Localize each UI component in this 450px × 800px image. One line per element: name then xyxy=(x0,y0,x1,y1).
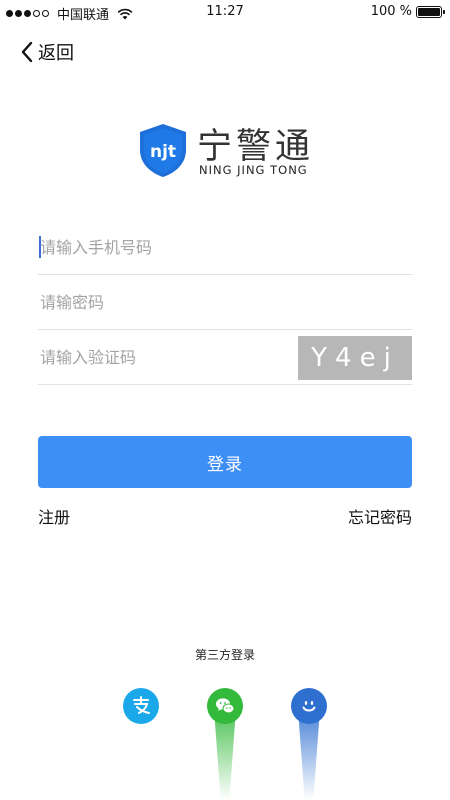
qq-login-button[interactable] xyxy=(291,688,327,724)
chevron-left-icon xyxy=(21,41,33,63)
logo-subtitle: NING JING TONG xyxy=(199,163,308,177)
captcha-field[interactable]: Y4ej xyxy=(38,331,412,385)
alipay-login-button[interactable] xyxy=(123,688,159,724)
password-field[interactable] xyxy=(38,276,412,330)
phone-field[interactable] xyxy=(38,221,412,275)
battery-percent: 100 % xyxy=(370,4,412,19)
battery-fill xyxy=(418,7,440,16)
status-right: 100 % xyxy=(370,4,445,19)
phone-input[interactable] xyxy=(38,221,412,274)
back-button[interactable]: 返回 xyxy=(20,39,74,65)
qq-smile-icon xyxy=(302,701,316,712)
battery-icon xyxy=(416,5,445,18)
back-label: 返回 xyxy=(38,43,74,64)
third-party-login-title: 第三方登录 xyxy=(194,648,255,662)
wechat-login-button[interactable] xyxy=(207,688,243,724)
status-bar: 中国联通 11:27 100 % xyxy=(0,0,450,26)
shield-logo-icon: njt xyxy=(140,124,186,177)
logo-badge-text: njt xyxy=(150,142,176,162)
qq-trail xyxy=(298,712,320,800)
logo-title: 宁警通 xyxy=(197,127,315,167)
wechat-icon xyxy=(216,698,235,714)
login-button[interactable]: 登录 xyxy=(38,436,412,488)
register-link[interactable]: 注册 xyxy=(38,504,70,528)
wechat-trail xyxy=(214,712,236,800)
text-caret xyxy=(39,236,41,258)
app-logo: njt 宁警通 NING JING TONG xyxy=(137,118,327,188)
forgot-password-link[interactable]: 忘记密码 xyxy=(348,504,412,528)
captcha-image[interactable]: Y4ej xyxy=(298,336,412,380)
password-input[interactable] xyxy=(38,276,412,329)
alipay-icon xyxy=(133,696,150,714)
